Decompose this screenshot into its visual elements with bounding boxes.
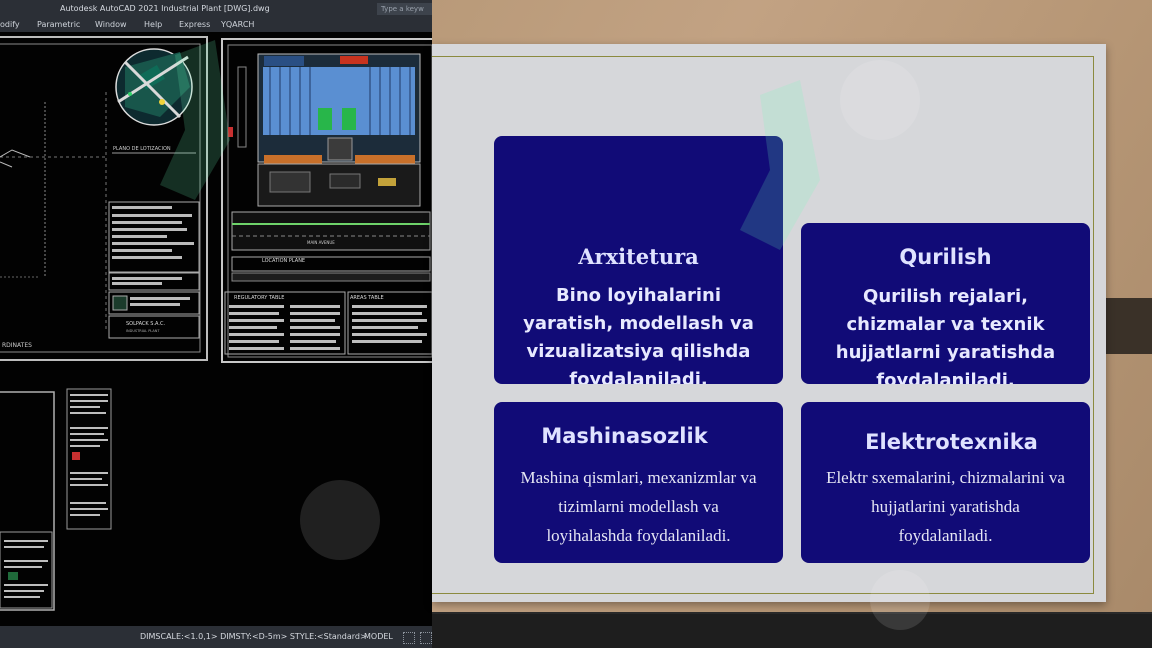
menu-window[interactable]: Window (95, 18, 127, 32)
autocad-title-bar: Autodesk AutoCAD 2021 Industrial Plant [… (0, 0, 432, 18)
label-coordinates: RDINATES (2, 342, 32, 349)
card-arxitetura-desc: Bino loyihalarini yaratish, modellash va… (523, 285, 754, 384)
card-elektrotexnika-desc: Elektr sxemalarini, chizmalarini va hujj… (826, 468, 1065, 545)
presentation-slide: Arxitetura Bino loyihalarini yaratish, m… (432, 44, 1106, 602)
detail-sheet (0, 388, 112, 609)
cad-drawing-canvas[interactable]: PLANO DE LOTIZACION SOLPACK S.A.C. INDUS… (0, 32, 432, 622)
card-arxitetura-title: Arxitetura (578, 244, 699, 269)
card-elektrotexnika-title: Elektrotexnika (865, 430, 1038, 454)
menu-parametric[interactable]: Parametric (37, 18, 80, 32)
autocad-window: Autodesk AutoCAD 2021 Industrial Plant [… (0, 0, 432, 648)
card-mashinasozlik-desc: Mashina qismlari, mexanizmlar va tizimla… (520, 468, 757, 545)
label-main-avenue: MAIN AVENUE (307, 240, 335, 245)
label-location: LOCATION PLANE (262, 258, 305, 264)
label-plano: PLANO DE LOTIZACION (113, 146, 171, 152)
industrial-plant-plan: MAIN AVENUE LOCATION PLANE REGULATORY TA… (224, 53, 432, 355)
title-block-left: SOLPACK S.A.C. INDUSTRIAL PLANT (108, 201, 200, 339)
autocad-menu-bar: odify Parametric Window Help Express YQA… (0, 18, 432, 32)
card-elektrotexnika: Elektrotexnika Elektr sxemalarini, chizm… (801, 402, 1090, 563)
label-company: SOLPACK S.A.C. (126, 321, 165, 327)
label-regulatory: REGULATORY TABLE (234, 295, 284, 301)
model-button[interactable]: MODEL (364, 626, 393, 648)
autocad-title: Autodesk AutoCAD 2021 Industrial Plant [… (60, 4, 270, 13)
autocad-status-bar: DIMSCALE:<1.0,1> DIMSTY:<D-5m> STYLE:<St… (0, 626, 432, 648)
menu-yqarch[interactable]: YQARCH (221, 18, 254, 32)
menu-modify[interactable]: odify (0, 18, 20, 32)
search-box[interactable]: Type a keyw (377, 3, 432, 15)
snap-toggle-icon[interactable] (420, 632, 432, 644)
grid-toggle-icon[interactable] (403, 632, 415, 644)
status-dimscale: DIMSCALE:<1.0,1> DIMSTY:<D-5m> STYLE:<St… (140, 632, 367, 641)
menu-express[interactable]: Express (179, 18, 210, 32)
card-qurilish-title: Qurilish (899, 245, 992, 269)
lot-plan-circle (115, 48, 193, 126)
menu-help[interactable]: Help (144, 18, 162, 32)
label-areas: AREAS TABLE (350, 295, 384, 301)
card-qurilish-desc: Qurilish rejalari, chizmalar va texnik h… (835, 286, 1056, 384)
bottom-bar (432, 612, 1152, 648)
label-plant: INDUSTRIAL PLANT (126, 329, 160, 333)
card-arxitetura: Arxitetura Bino loyihalarini yaratish, m… (494, 136, 783, 384)
card-mashinasozlik-title: Mashinasozlik (541, 424, 708, 448)
card-qurilish: Qurilish Qurilish rejalari, chizmalar va… (801, 223, 1090, 384)
card-mashinasozlik: Mashinasozlik Mashina qismlari, mexanizm… (494, 402, 783, 563)
